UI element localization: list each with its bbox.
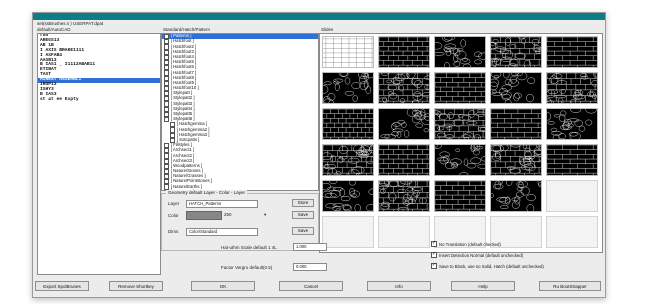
empty-preview-tile	[322, 216, 374, 248]
pattern-preview-tile[interactable]	[378, 180, 430, 212]
dims-input[interactable]: Color/Standard	[186, 228, 258, 236]
layer-label: Layer	[168, 201, 180, 206]
pattern-preview-tile[interactable]	[490, 36, 542, 68]
no-translation-checkbox[interactable]: No Translation (default checked)	[431, 240, 501, 247]
help-button[interactable]: Help	[451, 281, 515, 291]
pattern-preview-tile[interactable]	[434, 36, 486, 68]
cancel-button[interactable]: Cancel	[279, 281, 343, 291]
hatch-pattern-dialog: set(ssBrushes.s ) USERPAT.dpat default/A…	[32, 12, 606, 298]
pattern-preview-tile[interactable]	[322, 180, 374, 212]
pattern-preview-tile[interactable]	[434, 108, 486, 140]
pattern-preview-tile[interactable]	[434, 72, 486, 104]
group-title: Geometry default Layer - Color - Layer	[166, 190, 248, 195]
pattern-preview-tile[interactable]	[434, 144, 486, 176]
checkbox-label: Save to Block, use no Solid, Hatch (defa…	[439, 263, 544, 269]
pattern-preview-tile[interactable]	[378, 72, 430, 104]
layer-input[interactable]: HATCH_Patterns	[186, 200, 258, 208]
pattern-preview-tile[interactable]	[490, 108, 542, 140]
pattern-file-list[interactable]: run AREGS13 AB 1B I AXIS BRAKE1111 I ASFAB4 A…	[37, 33, 161, 275]
pattern-preview-tile[interactable]	[434, 180, 486, 212]
pattern-preview-tile[interactable]	[322, 72, 374, 104]
checkbox-box[interactable]	[431, 240, 437, 247]
left-list-header: default/AutoCAD	[37, 27, 71, 32]
save-to-block-checkbox[interactable]: Save to Block, use no Solid, Hatch (defa…	[431, 262, 544, 269]
pattern-preview-tile[interactable]	[490, 72, 542, 104]
export-button[interactable]: Export SpolBrunes	[35, 281, 89, 291]
pattern-preview-tile[interactable]	[322, 144, 374, 176]
color-save-button[interactable]: Save	[292, 211, 314, 219]
file-path-label: set(ssBrushes.s ) USERPAT.dpat	[37, 21, 104, 26]
pattern-preview-tile[interactable]	[546, 108, 598, 140]
color-swatch[interactable]	[186, 211, 222, 220]
pattern-preview-tile[interactable]	[378, 108, 430, 140]
empty-preview-tile	[378, 216, 430, 248]
remove-shortkey-button[interactable]: Remove Shortkey	[109, 281, 163, 291]
about-button[interactable]: Ru BootStrapper	[539, 281, 601, 291]
color-dropdown-icon[interactable]: ▾	[264, 212, 266, 218]
info-button[interactable]: Info	[367, 281, 431, 291]
empty-preview-tile	[546, 216, 598, 248]
pattern-preview-tile[interactable]	[490, 180, 542, 212]
checkbox-label: No Translation (default checked)	[439, 241, 501, 247]
pattern-preview-tile[interactable]	[546, 72, 598, 104]
pattern-preview-tile[interactable]	[546, 36, 598, 68]
scale-input[interactable]: 1.000	[293, 243, 327, 251]
factor-label: Factor Vergro default(0.5)	[221, 265, 273, 270]
pattern-preview-tile[interactable]	[378, 144, 430, 176]
slides-header: Slides	[321, 27, 334, 32]
ok-button[interactable]: OK	[191, 281, 255, 291]
pattern-preview-tile[interactable]	[322, 108, 374, 140]
checkbox-box[interactable]	[431, 262, 437, 269]
pattern-preview-grid[interactable]	[319, 33, 603, 253]
title-bar[interactable]	[33, 13, 605, 20]
list-item[interactable]: st at ee Expty	[38, 97, 160, 103]
color-label: Color	[168, 213, 179, 218]
checkbox-label: Insert Detection Normal (default uncheck…	[439, 252, 524, 258]
pattern-category-list[interactable]: [ Patterns ][ Hatchfoot ][ Hatchfoot2 ][…	[161, 33, 319, 191]
dims-label: Dims	[168, 229, 179, 234]
insert-detection-checkbox[interactable]: Insert Detection Normal (default uncheck…	[431, 251, 524, 258]
layer-store-button[interactable]: Store	[292, 199, 314, 207]
pattern-preview-tile[interactable]	[322, 36, 374, 68]
scale-label: Hat-uIhm Scale default 1 4L	[221, 245, 277, 250]
middle-list-header: Standard/Hatch/Pattern	[163, 27, 211, 32]
factor-input[interactable]: 0.000	[293, 263, 327, 271]
checkbox-box[interactable]	[431, 251, 437, 258]
color-value: 250	[224, 212, 232, 217]
pattern-preview-tile[interactable]	[378, 36, 430, 68]
folder-icon	[164, 117, 170, 123]
pattern-preview-tile[interactable]	[490, 144, 542, 176]
pattern-preview-tile[interactable]	[546, 144, 598, 176]
dims-save-button[interactable]: Save	[292, 227, 314, 235]
empty-preview-tile	[546, 180, 598, 212]
